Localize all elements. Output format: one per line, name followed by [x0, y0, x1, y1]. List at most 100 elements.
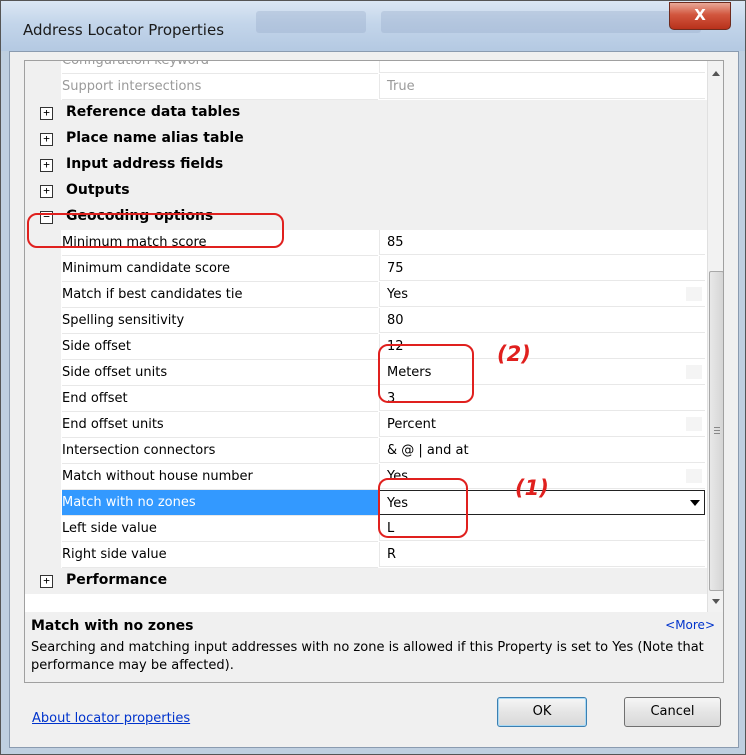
- property-row-end-offset-units[interactable]: End offset units Percent: [25, 412, 707, 438]
- property-row-intersection-connectors[interactable]: Intersection connectors & @ | and at: [25, 438, 707, 464]
- row-margin: [25, 412, 61, 438]
- property-value-text: Yes: [387, 287, 408, 302]
- property-row-minimum-candidate-score[interactable]: Minimum candidate score 75: [25, 256, 707, 282]
- property-value[interactable]: [379, 61, 705, 73]
- property-row-side-offset[interactable]: Side offset 12: [25, 334, 707, 360]
- category-label: Place name alias table: [66, 130, 244, 146]
- annotation-zones-highlight: [378, 478, 468, 538]
- close-button[interactable]: X: [669, 2, 731, 30]
- property-label: Side offset: [62, 334, 378, 360]
- property-row-support-intersections[interactable]: Support intersections True: [25, 74, 707, 100]
- property-label: Support intersections: [62, 74, 378, 100]
- category-label: Reference data tables: [66, 104, 241, 120]
- property-label: Match without house number: [62, 464, 378, 490]
- property-value[interactable]: Percent: [379, 412, 705, 437]
- row-margin: [25, 438, 61, 464]
- background-blur: [256, 11, 366, 33]
- annotation-label-2: (2): [497, 342, 531, 366]
- property-row-right-side-value[interactable]: Right side value R: [25, 542, 707, 568]
- property-value-text: 75: [387, 261, 404, 276]
- expand-icon[interactable]: +: [40, 107, 53, 120]
- dropdown-button-icon[interactable]: [686, 417, 702, 431]
- dropdown-arrow-icon[interactable]: [690, 500, 700, 506]
- property-row-left-side-value[interactable]: Left side value L: [25, 516, 707, 542]
- vertical-scrollbar[interactable]: [707, 61, 723, 612]
- row-margin: [25, 282, 61, 308]
- property-value-text: True: [387, 79, 415, 94]
- property-row-configuration-keyword[interactable]: Configuration keyword: [25, 61, 707, 74]
- scroll-down-icon[interactable]: [712, 599, 720, 604]
- category-label: Input address fields: [66, 156, 224, 172]
- property-label: Left side value: [62, 516, 378, 542]
- grip-icon: [714, 427, 720, 428]
- property-value[interactable]: R: [379, 542, 705, 567]
- property-value-text: 80: [387, 313, 404, 328]
- property-value-text: & @ | and at: [387, 443, 469, 458]
- property-row-match-if-best-candidates-tie[interactable]: Match if best candidates tie Yes: [25, 282, 707, 308]
- about-locator-properties-link[interactable]: About locator properties: [32, 711, 190, 726]
- property-value[interactable]: Yes: [379, 282, 705, 307]
- property-label: Match with no zones: [62, 490, 378, 516]
- property-value-text: Percent: [387, 417, 436, 432]
- property-row-match-without-house-number[interactable]: Match without house number Yes: [25, 464, 707, 490]
- property-row-side-offset-units[interactable]: Side offset units Meters: [25, 360, 707, 386]
- row-margin: [25, 61, 61, 74]
- row-margin: [25, 360, 61, 386]
- scroll-thumb[interactable]: [709, 271, 723, 591]
- row-margin: [25, 74, 61, 100]
- row-margin: [25, 490, 61, 516]
- property-label: Match if best candidates tie: [62, 282, 378, 308]
- dropdown-button-icon[interactable]: [686, 287, 702, 301]
- cancel-button[interactable]: Cancel: [624, 697, 721, 727]
- property-value[interactable]: 85: [379, 230, 705, 255]
- property-label: Spelling sensitivity: [62, 308, 378, 334]
- window-title: Address Locator Properties: [23, 21, 225, 39]
- property-value-text: 85: [387, 235, 404, 250]
- category-label: Outputs: [66, 182, 130, 198]
- description-title: Match with no zones: [31, 618, 194, 634]
- description-panel: Match with no zones <More> Searching and…: [24, 612, 724, 683]
- scroll-up-icon[interactable]: [712, 71, 720, 76]
- property-value[interactable]: True: [379, 74, 705, 99]
- category-reference-data-tables[interactable]: + Reference data tables: [25, 100, 707, 126]
- expand-icon[interactable]: +: [40, 185, 53, 198]
- property-label: Configuration keyword: [62, 61, 378, 74]
- property-value[interactable]: 80: [379, 308, 705, 333]
- property-label: Intersection connectors: [62, 438, 378, 464]
- dropdown-button-icon[interactable]: [686, 469, 702, 483]
- property-label: End offset: [62, 386, 378, 412]
- expand-icon[interactable]: +: [40, 133, 53, 146]
- background-blur: [381, 11, 701, 33]
- property-label: End offset units: [62, 412, 378, 438]
- property-value[interactable]: 75: [379, 256, 705, 281]
- row-margin: [25, 334, 61, 360]
- more-link[interactable]: <More>: [665, 618, 715, 632]
- row-margin: [25, 386, 61, 412]
- property-label: Minimum candidate score: [62, 256, 378, 282]
- row-margin: [25, 256, 61, 282]
- property-grid[interactable]: Configuration keyword Support intersectio…: [24, 60, 724, 613]
- property-row-spelling-sensitivity[interactable]: Spelling sensitivity 80: [25, 308, 707, 334]
- row-margin: [25, 542, 61, 568]
- category-input-address-fields[interactable]: + Input address fields: [25, 152, 707, 178]
- property-value[interactable]: & @ | and at: [379, 438, 705, 463]
- category-label: Performance: [66, 572, 168, 588]
- property-label: Right side value: [62, 542, 378, 568]
- close-icon: X: [694, 6, 706, 24]
- annotation-side-offset-highlight: [378, 344, 474, 403]
- category-outputs[interactable]: + Outputs: [25, 178, 707, 204]
- dropdown-button-icon[interactable]: [686, 365, 702, 379]
- category-performance[interactable]: + Performance: [25, 568, 707, 594]
- row-margin: [25, 516, 61, 542]
- ok-button[interactable]: OK: [497, 697, 587, 727]
- property-row-match-with-no-zones[interactable]: Match with no zones Yes: [25, 490, 707, 516]
- property-value-text: R: [387, 547, 397, 562]
- category-place-name-alias-table[interactable]: + Place name alias table: [25, 126, 707, 152]
- property-row-end-offset[interactable]: End offset 3: [25, 386, 707, 412]
- expand-icon[interactable]: +: [40, 159, 53, 172]
- row-margin: [25, 464, 61, 490]
- title-bar: Address Locator Properties X: [1, 1, 745, 51]
- description-text: Searching and matching input addresses w…: [31, 640, 704, 673]
- expand-icon[interactable]: +: [40, 575, 53, 588]
- annotation-label-1: (1): [515, 476, 549, 500]
